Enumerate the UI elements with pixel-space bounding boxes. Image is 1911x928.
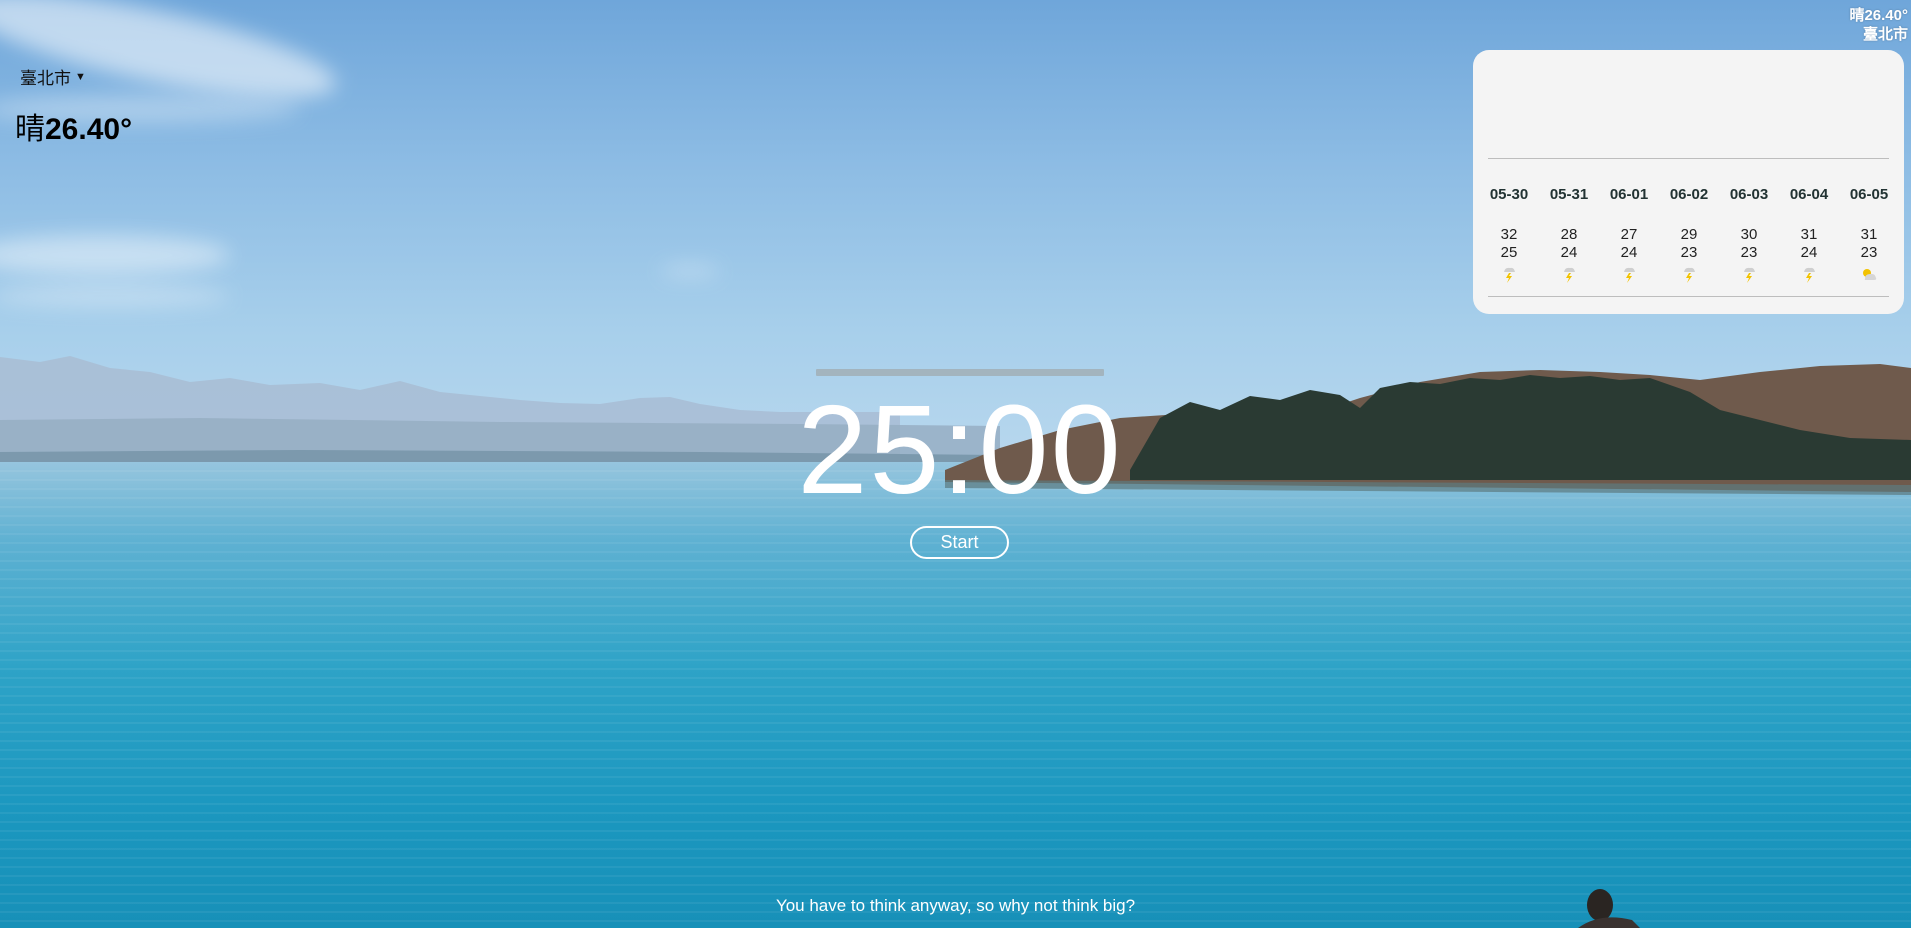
forecast-day: 06-01 27 24 [1599,186,1659,284]
forecast-high: 30 [1740,226,1758,243]
forecast-day: 06-05 31 23 [1839,186,1899,284]
thunder-rain-icon [1804,267,1815,283]
timer-display: 25:00 [797,379,1123,520]
current-condition: 晴 [15,113,45,146]
divider [1488,296,1889,297]
forecast-day: 06-03 30 23 [1719,186,1779,284]
thunder-rain-icon [1624,267,1635,283]
forecast-low: 25 [1500,244,1518,261]
forecast-low: 24 [1560,244,1578,261]
partly-cloudy-rain-icon [1863,269,1877,280]
header-weather-city: 臺北市 [1862,26,1908,43]
forecast-date: 05-30 [1489,186,1529,203]
chevron-down-icon: ▼ [75,70,86,83]
thunder-rain-icon [1564,267,1575,283]
forecast-high: 29 [1680,226,1698,243]
city-select[interactable]: 臺北市 ▼ [20,64,86,89]
forecast-high: 31 [1860,226,1878,243]
forecast-high: 28 [1560,226,1578,243]
forecast-high: 31 [1800,226,1818,243]
thunder-rain-icon [1504,267,1515,283]
thunder-rain-icon [1684,267,1695,283]
forecast-date: 05-31 [1549,186,1589,203]
forecast-high: 27 [1620,226,1638,243]
header-weather: 晴26.40° 臺北市 [1849,6,1908,44]
forecast-day: 05-30 32 25 [1479,186,1539,284]
divider [1488,158,1889,159]
forecast-date: 06-05 [1849,186,1889,203]
forecast-day: 06-04 31 24 [1779,186,1839,284]
current-temperature: 26.40° [45,113,133,146]
forecast-date: 06-02 [1669,186,1709,203]
forecast-low: 23 [1860,244,1878,261]
header-weather-summary: 晴26.40° [1849,7,1908,24]
forecast-low: 24 [1800,244,1818,261]
current-weather: 晴26.40° [15,104,132,148]
forecast-date: 06-01 [1609,186,1649,203]
forecast-list: 05-30 32 25 05-31 28 24 06-01 27 24 06-0… [1479,186,1899,284]
forecast-low: 24 [1620,244,1638,261]
forecast-low: 23 [1680,244,1698,261]
timer-progress-bar [816,369,1104,376]
start-button[interactable]: Start [910,526,1009,559]
forecast-day: 05-31 28 24 [1539,186,1599,284]
quote-text: You have to think anyway, so why not thi… [775,896,1136,915]
forecast-date: 06-03 [1729,186,1769,203]
city-select-label: 臺北市 [20,69,71,88]
forecast-high: 32 [1500,226,1518,243]
forecast-low: 23 [1740,244,1758,261]
thunder-rain-icon [1744,267,1755,283]
forecast-date: 06-04 [1789,186,1829,203]
forecast-day: 06-02 29 23 [1659,186,1719,284]
